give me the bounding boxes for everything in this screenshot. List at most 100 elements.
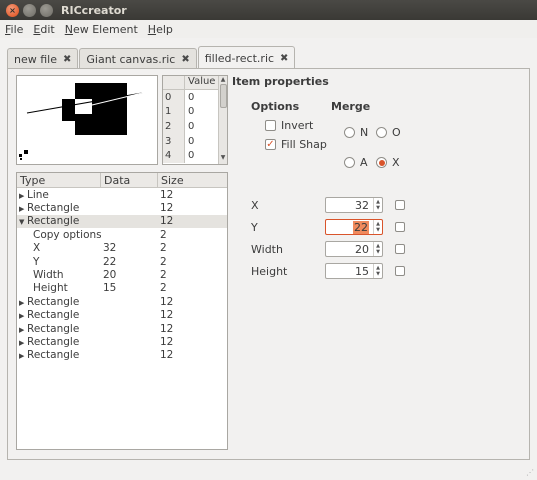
menu-help[interactable]: Help [148, 23, 173, 36]
tab-label: new file [14, 52, 57, 66]
collapsed-arrow-icon[interactable]: ▶ [19, 352, 27, 360]
x-checkbox[interactable] [395, 200, 405, 210]
tab-close-icon[interactable]: ✖ [63, 54, 71, 65]
value-table[interactable]: Value 0 0 1 0 2 0 3 0 4 0 ▲ ▼ [162, 75, 228, 165]
height-checkbox[interactable] [395, 266, 405, 276]
tree-row-type: Rectangle [27, 295, 80, 308]
tree-row-size: 12 [160, 215, 174, 228]
tree-row[interactable]: ▶ Rectangle 12 [17, 335, 227, 348]
tree-row[interactable]: ▶ Rectangle 12 [17, 322, 227, 335]
value-column-header[interactable]: Value [185, 76, 215, 89]
invert-checkbox[interactable]: Invert [265, 119, 313, 132]
tree-row-data: 22 [103, 255, 117, 268]
y-checkbox[interactable] [395, 222, 405, 232]
collapsed-arrow-icon[interactable]: ▶ [19, 299, 27, 307]
y-label: Y [251, 221, 258, 234]
tree-row[interactable]: Height 15 2 [17, 282, 227, 295]
tree-row-size: 2 [160, 269, 167, 282]
merge-radio-n[interactable]: N [344, 126, 368, 139]
tree-row[interactable]: ▶ Rectangle 12 [17, 295, 227, 308]
y-spinbox[interactable]: 22 ▲ ▼ [325, 219, 383, 235]
tab-giant-canvas[interactable]: Giant canvas.ric ✖ [79, 48, 197, 69]
column-header-size[interactable]: Size [158, 173, 227, 187]
merge-group-title: Merge [331, 100, 371, 113]
tree-row-size: 12 [160, 322, 174, 335]
tree-row[interactable]: ▶ Rectangle 12 [17, 201, 227, 214]
tree-row-type: Rectangle [27, 322, 80, 335]
tree-row-type: Rectangle [27, 309, 80, 322]
tree-row[interactable]: ▶ Rectangle 12 [17, 309, 227, 322]
menu-bar: File Edit New Element Help [0, 20, 537, 38]
collapsed-arrow-icon[interactable]: ▶ [19, 192, 27, 200]
title-bar: × RICcreator [0, 0, 537, 20]
tree-row-size: 12 [160, 309, 174, 322]
tree-row[interactable]: ▶ Line 12 [17, 188, 227, 201]
width-spinbox[interactable]: 20 ▲ ▼ [325, 241, 383, 257]
preview-filled-rect [75, 99, 92, 114]
tree-row[interactable]: ▶ Rectangle 12 [17, 349, 227, 362]
tree-row-size: 2 [160, 255, 167, 268]
column-header-data[interactable]: Data [101, 173, 158, 187]
tab-close-icon[interactable]: ✖ [280, 53, 288, 64]
checkbox-box[interactable] [265, 139, 276, 150]
scroll-down-icon[interactable]: ▼ [219, 154, 227, 162]
spin-arrows-icon[interactable]: ▲ ▼ [373, 264, 382, 278]
expanded-arrow-icon[interactable]: ▼ [19, 218, 27, 226]
tree-row[interactable]: Width 20 2 [17, 268, 227, 281]
spin-arrows-icon[interactable]: ▲ ▼ [373, 242, 382, 256]
collapsed-arrow-icon[interactable]: ▶ [19, 205, 27, 213]
menu-new-element[interactable]: New Element [65, 23, 138, 36]
minimize-window-icon[interactable] [23, 3, 36, 17]
tree-row-size: 2 [160, 242, 167, 255]
item-properties-panel: Item properties Options Merge Invert Fil… [232, 75, 522, 325]
preview-drawing [19, 83, 143, 160]
tree-row-type: Rectangle [27, 349, 80, 362]
tree-row[interactable]: X 32 2 [17, 242, 227, 255]
tree-row-data: 15 [103, 282, 117, 295]
tree-row-size: 12 [160, 349, 174, 362]
collapsed-arrow-icon[interactable]: ▶ [19, 326, 27, 334]
collapsed-arrow-icon[interactable]: ▶ [19, 339, 27, 347]
menu-file[interactable]: File [5, 23, 23, 36]
tree-row-size: 12 [160, 335, 174, 348]
collapsed-arrow-icon[interactable]: ▶ [19, 312, 27, 320]
column-header-type[interactable]: Type [17, 173, 101, 187]
tree-row-type: Width [33, 269, 64, 282]
width-checkbox[interactable] [395, 244, 405, 254]
merge-radio-o[interactable]: O [376, 126, 401, 139]
close-window-icon[interactable]: × [6, 3, 19, 17]
tree-row[interactable]: Y 22 2 [17, 255, 227, 268]
merge-radio-a[interactable]: A [344, 156, 368, 169]
x-spinbox[interactable]: 32 ▲ ▼ [325, 197, 383, 213]
tree-row[interactable]: ▼ Rectangle 12 [17, 214, 227, 229]
canvas-preview[interactable] [16, 75, 158, 165]
tree-row-type: X [33, 242, 41, 255]
maximize-window-icon[interactable] [40, 3, 53, 17]
value-table-scrollbar[interactable]: ▲ ▼ [218, 76, 227, 164]
spin-arrows-icon[interactable]: ▲ ▼ [373, 220, 382, 234]
tab-close-icon[interactable]: ✖ [181, 54, 189, 65]
tree-row-type: Rectangle [27, 202, 80, 215]
tree-row-size: 12 [160, 295, 174, 308]
scroll-up-icon[interactable]: ▲ [219, 76, 227, 84]
fill-shape-checkbox[interactable]: Fill Shap [265, 138, 327, 151]
main-area: new file ✖ Giant canvas.ric ✖ filled-rec… [0, 38, 537, 480]
resize-grip-icon[interactable]: ⋰ [526, 468, 534, 477]
width-label: Width [251, 243, 283, 256]
checkbox-box[interactable] [265, 120, 276, 131]
spin-arrows-icon[interactable]: ▲ ▼ [373, 198, 382, 212]
element-tree[interactable]: Type Data Size ▶ Line 12 ▶ Rectangle 12 ▼ Recta… [16, 172, 228, 450]
tab-new-file[interactable]: new file ✖ [7, 48, 79, 69]
scroll-thumb[interactable] [219, 84, 227, 108]
tab-label: filled-rect.ric [204, 51, 275, 65]
tree-row-size: 12 [160, 202, 174, 215]
height-spinbox[interactable]: 15 ▲ ▼ [325, 263, 383, 279]
tab-filled-rect[interactable]: filled-rect.ric ✖ [197, 46, 296, 69]
preview-dot [24, 150, 28, 154]
tab-bar: new file ✖ Giant canvas.ric ✖ filled-rec… [7, 46, 296, 69]
tree-row-type: Y [33, 255, 40, 268]
tree-row[interactable]: Copy options 2 [17, 228, 227, 241]
merge-radio-x[interactable]: X [376, 156, 400, 169]
tree-row-type: Height [33, 282, 68, 295]
menu-edit[interactable]: Edit [33, 23, 54, 36]
